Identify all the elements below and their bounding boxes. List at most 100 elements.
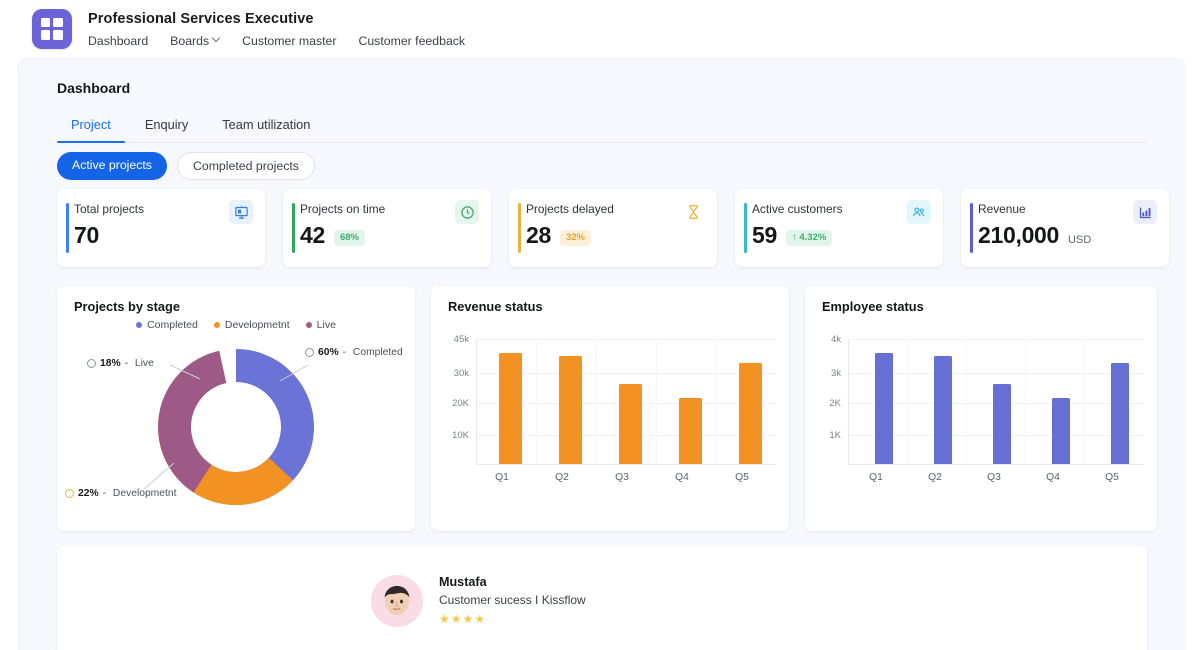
bar-chart-icon (1133, 200, 1157, 224)
page-title: Dashboard (57, 80, 131, 96)
marker-ring-icon (87, 359, 96, 368)
charts-row: Projects by stage Completed Developmetnt… (57, 286, 1157, 531)
donut-chart: 60% - Completed 18% - Live 22% - Developmet… (57, 332, 415, 522)
chart-title: Employee status (822, 299, 924, 314)
x-tick-label: Q5 (735, 472, 749, 483)
bar-q3 (619, 384, 642, 464)
employee-status-card: Employee status 4k 3k 2K 1K Q1 Q2 Q3 Q4 … (805, 286, 1157, 531)
app-header: Professional Services Executive Dashboar… (0, 0, 1200, 58)
donut-name: Live (134, 358, 154, 369)
x-tick-label: Q4 (675, 472, 689, 483)
legend-dot (213, 322, 220, 328)
x-tick-label: Q3 (987, 472, 1001, 483)
x-tick-label: Q2 (555, 472, 569, 483)
filter-active-projects[interactable]: Active projects (57, 152, 167, 180)
filter-pills: Active projects Completed projects (57, 152, 315, 180)
dashboard-app: Professional Services Executive Dashboar… (0, 0, 1200, 650)
chart-title: Projects by stage (74, 299, 180, 314)
legend-label: Developmetnt (224, 319, 290, 331)
y-tick-label: 45k (453, 334, 469, 345)
donut-percent: 18% (100, 358, 121, 369)
accent-bar (66, 203, 69, 253)
kpi-card-total-projects[interactable]: Total projects 70 (57, 189, 265, 267)
donut-label-text: - (124, 358, 131, 369)
rating-stars: ★★★★ (439, 612, 487, 626)
bar-q5 (739, 363, 762, 464)
tab-enquiry[interactable]: Enquiry (131, 111, 202, 142)
legend-item-development: Developmetnt (213, 319, 290, 331)
marker-ring-icon (65, 489, 74, 498)
y-tick-label: 1K (829, 430, 841, 441)
tab-project[interactable]: Project (57, 111, 125, 143)
nav-item-customer-master[interactable]: Customer master (242, 34, 336, 48)
legend-label: Live (316, 319, 336, 331)
revenue-status-card: Revenue status 45k 30k 20K 10K Q1 Q2 Q3 … (431, 286, 789, 531)
people-icon (907, 200, 931, 224)
dashboard-panel: Dashboard Project Enquiry Team utilizati… (18, 58, 1186, 650)
donut-percent: 22% (78, 488, 99, 499)
tab-team-utilization[interactable]: Team utilization (208, 111, 324, 142)
avatar (371, 575, 423, 627)
donut-label-text: - (102, 488, 109, 499)
chart-title: Revenue status (448, 299, 543, 314)
donut-legend: Completed Developmetnt Live (57, 319, 415, 331)
nav-item-dashboard[interactable]: Dashboard (88, 34, 148, 48)
accent-bar (744, 203, 747, 253)
testimonial-card: Mustafa Customer sucess I Kissflow ★★★★ (57, 546, 1147, 650)
donut-name: Completed (352, 347, 403, 358)
revenue-chart: 45k 30k 20K 10K Q1 Q2 Q3 Q4 Q5 (443, 334, 777, 483)
kpi-value: 59 (752, 222, 777, 248)
kpi-value: 28 (526, 222, 551, 248)
donut-name: Developmetnt (112, 488, 177, 499)
clock-icon (455, 200, 479, 224)
testimonial-role: Customer sucess I Kissflow (439, 593, 586, 607)
bar-q2 (934, 356, 952, 464)
kpi-card-revenue[interactable]: Revenue 210,000 USD (961, 189, 1169, 267)
donut-label-completed: 60% - Completed (305, 347, 403, 358)
legend-label: Completed (147, 319, 198, 331)
bar-q3 (993, 384, 1011, 464)
kpi-label: Projects on time (300, 202, 386, 216)
bar-q5 (1111, 363, 1129, 464)
bar-q1 (499, 353, 522, 464)
x-tick-label: Q1 (495, 472, 509, 483)
leader-line (143, 462, 175, 490)
accent-bar (292, 203, 295, 253)
employee-chart: 4k 3k 2K 1K Q1 Q2 Q3 Q4 Q5 (817, 334, 1147, 483)
nav-item-customer-feedback[interactable]: Customer feedback (358, 34, 465, 48)
kpi-card-active-customers[interactable]: Active customers 59 ↑ 4.32% (735, 189, 943, 267)
status-badge: 32% (559, 229, 591, 246)
donut-percent: 60% (318, 347, 339, 358)
chevron-down-icon (213, 35, 220, 42)
nav-item-boards[interactable]: Boards (170, 34, 220, 48)
status-badge: ↑ 4.32% (785, 229, 833, 246)
y-tick-label: 3k (830, 368, 841, 379)
kpi-label: Revenue (978, 202, 1026, 216)
y-tick-label: 10K (452, 430, 469, 441)
kpi-card-projects-delayed[interactable]: Projects delayed 28 32% (509, 189, 717, 267)
x-tick-label: Q5 (1105, 472, 1119, 483)
kpi-card-projects-on-time[interactable]: Projects on time 42 68% (283, 189, 491, 267)
kpi-label: Active customers (752, 202, 843, 216)
y-tick-label: 4k (830, 334, 841, 345)
kpi-value: 42 (300, 222, 325, 248)
app-logo (32, 9, 72, 49)
kpi-unit: USD (1068, 234, 1092, 246)
legend-item-live: Live (305, 319, 336, 331)
nav-label: Customer master (242, 33, 337, 48)
bar-q2 (559, 356, 582, 464)
testimonial-name: Mustafa (439, 575, 487, 589)
kpi-value: 70 (74, 222, 99, 248)
status-badge: 68% (333, 229, 365, 246)
dashboard-grid-icon (41, 18, 63, 40)
bar-q1 (875, 353, 893, 464)
avatar-face-icon (371, 575, 423, 627)
bar-q4 (1052, 398, 1070, 464)
main-nav: Dashboard Boards Customer master Custome… (88, 34, 465, 48)
donut-label-text: - (342, 347, 349, 358)
legend-dot (305, 322, 312, 328)
hourglass-icon (681, 200, 705, 224)
y-tick-label: 20K (452, 398, 469, 409)
filter-completed-projects[interactable]: Completed projects (176, 152, 315, 180)
x-tick-label: Q3 (615, 472, 629, 483)
